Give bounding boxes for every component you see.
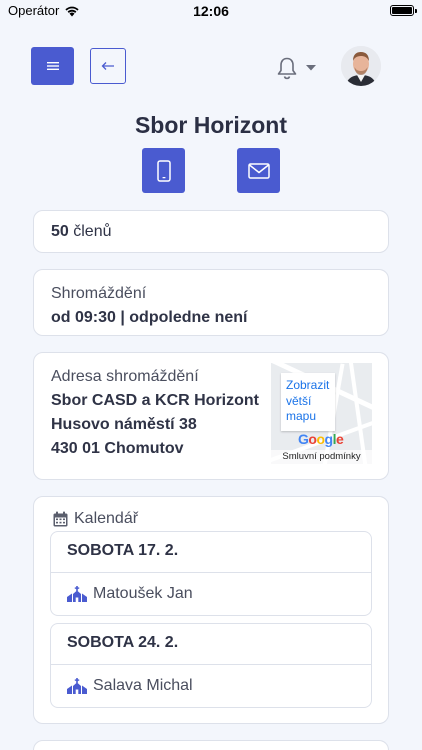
status-bar: Operátor 12:06: [0, 0, 422, 22]
notifications-button[interactable]: [276, 56, 316, 80]
address-card: Adresa shromáždění Sbor CASD a KCR Horiz…: [33, 352, 389, 480]
back-button[interactable]: [90, 48, 126, 84]
page-title: Sbor Horizont: [134, 112, 288, 138]
meeting-value: od 09:30 | odpoledne není: [51, 309, 248, 326]
members-card: 50 členů: [33, 210, 389, 253]
event-date: SOBOTA 24. 2.: [51, 624, 371, 665]
arrow-left-icon: [101, 62, 114, 70]
members-label: členů: [73, 223, 112, 240]
meeting-label: Shromáždění: [51, 285, 147, 302]
meeting-card: Shromáždění od 09:30 | odpoledne není: [33, 269, 389, 336]
event-date: SOBOTA 17. 2.: [51, 532, 371, 573]
hamburger-icon: [46, 62, 59, 70]
bell-icon: [277, 57, 297, 80]
calendar-card: Kalendář SOBOTA 17. 2. Matoušek Jan SOBO…: [33, 496, 389, 724]
event-preacher: Matoušek Jan: [51, 573, 371, 615]
map-logo: Google: [298, 431, 344, 447]
calendar-event[interactable]: SOBOTA 17. 2. Matoušek Jan: [50, 531, 372, 616]
calendar-label: Kalendář: [74, 510, 139, 527]
avatar-image: [341, 46, 381, 86]
email-button[interactable]: [237, 148, 280, 193]
battery-icon: [390, 5, 417, 16]
status-time: 12:06: [193, 3, 229, 19]
caret-down-icon: [306, 65, 316, 71]
members-count: 50: [51, 223, 69, 240]
map-terms-link[interactable]: Smluvní podmínky: [271, 450, 372, 464]
menu-button[interactable]: [31, 47, 74, 85]
church-icon: [67, 586, 87, 602]
calendar-icon: [53, 511, 68, 527]
event-preacher-name: Matoušek Jan: [93, 585, 193, 602]
call-button[interactable]: [142, 148, 185, 193]
event-preacher: Salava Michal: [51, 665, 371, 707]
calendar-event[interactable]: SOBOTA 24. 2. Salava Michal: [50, 623, 372, 708]
map-thumbnail[interactable]: Zobrazit větší mapu Google Smluvní podmí…: [271, 363, 372, 464]
event-preacher-name: Salava Michal: [93, 677, 193, 694]
map-enlarge-link[interactable]: Zobrazit větší mapu: [281, 373, 335, 431]
avatar[interactable]: [341, 46, 381, 86]
calendar-header: Kalendář: [53, 507, 371, 531]
phone-icon: [156, 159, 171, 182]
next-card: [33, 740, 389, 750]
church-icon: [67, 678, 87, 694]
envelope-icon: [247, 162, 270, 179]
